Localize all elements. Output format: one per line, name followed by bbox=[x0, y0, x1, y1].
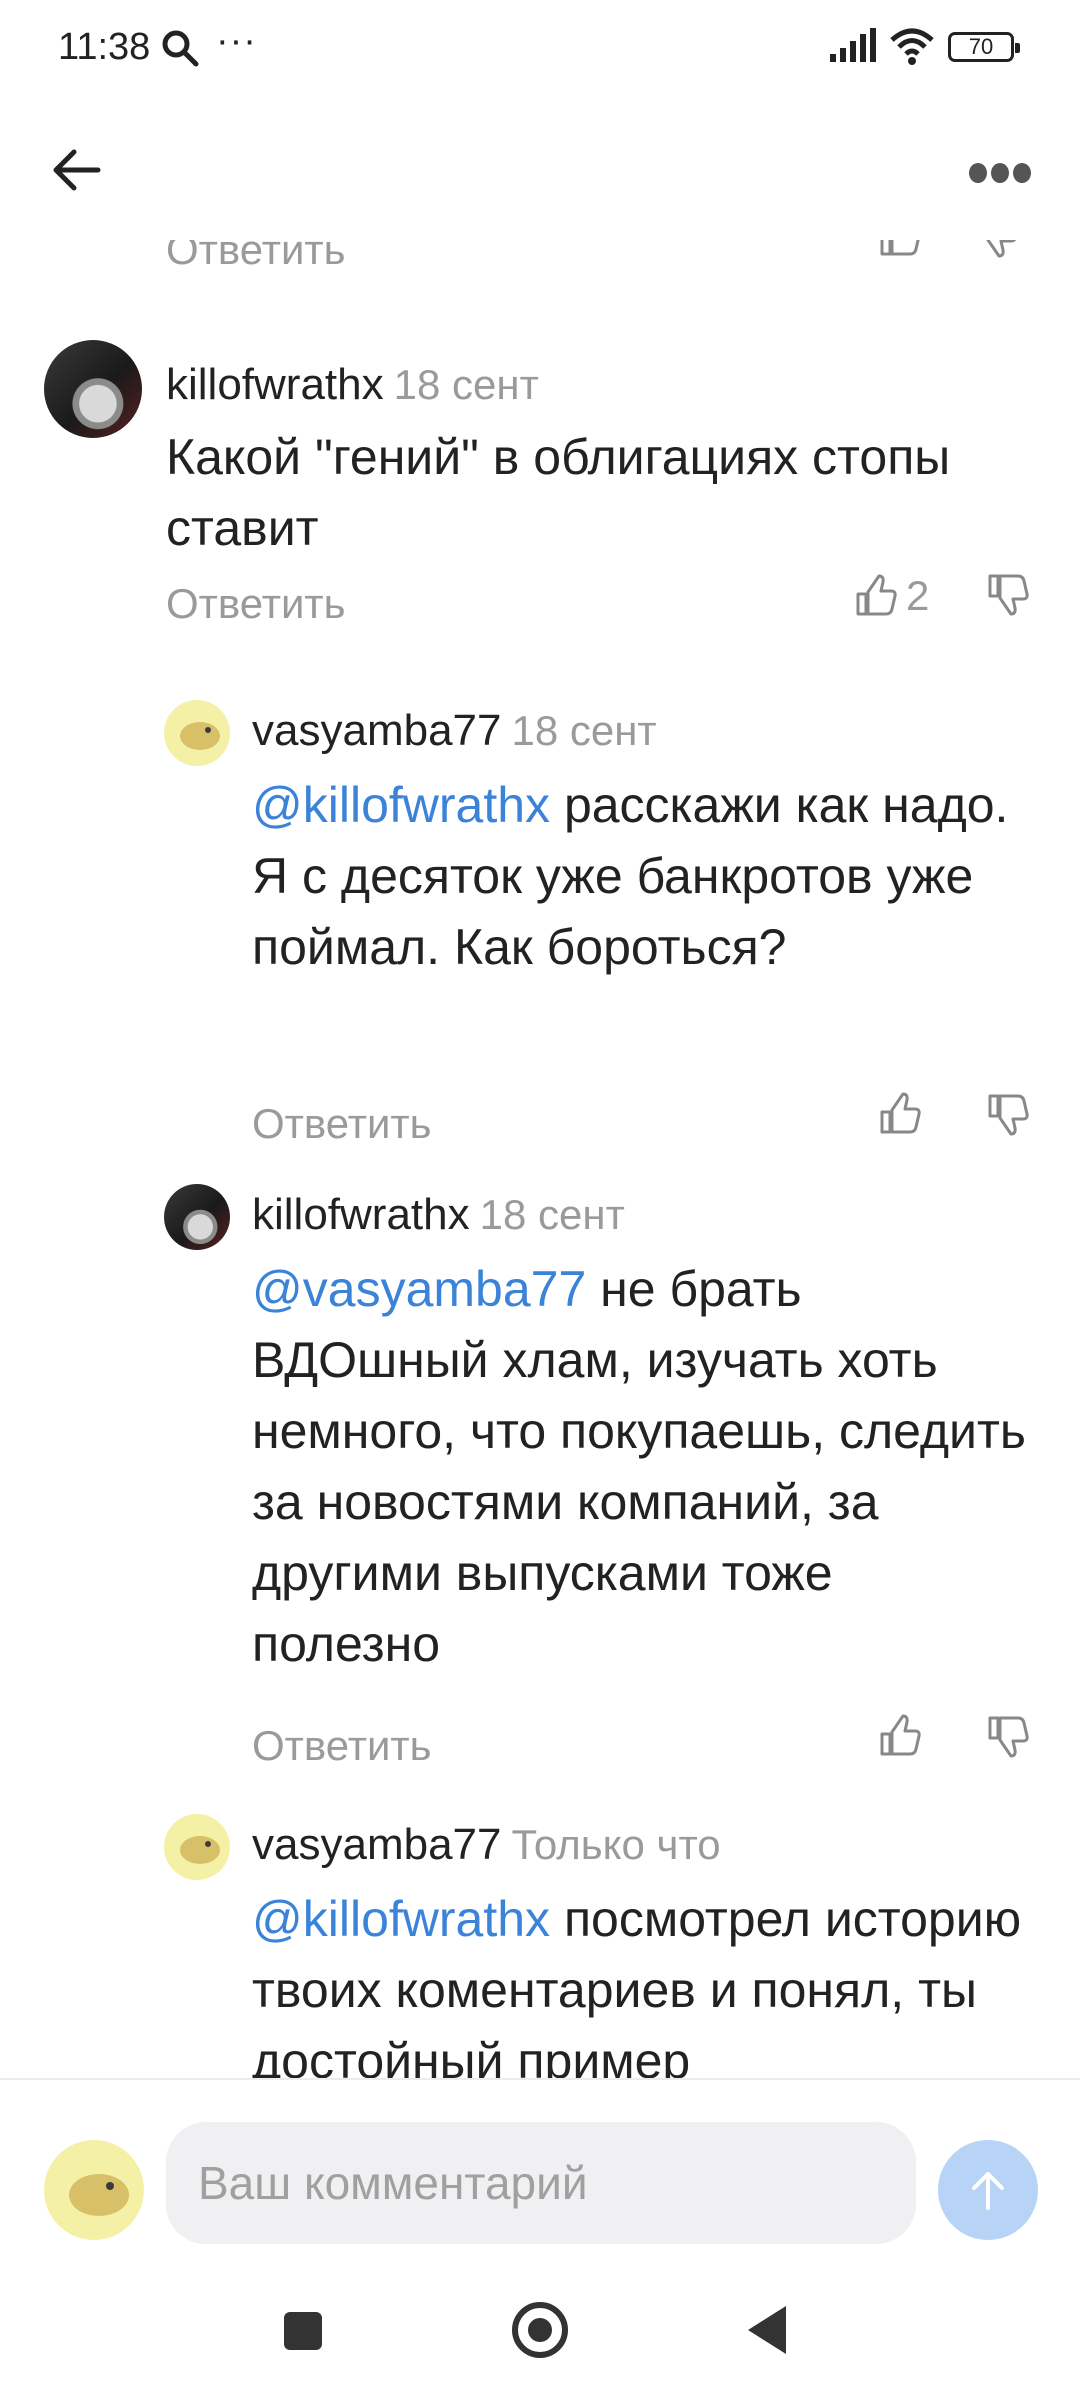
previous-comment-actions: Ответить bbox=[166, 222, 1036, 294]
comment-text: @killofwrathx посмотрел историю твоих ко… bbox=[252, 1884, 1032, 2080]
thumbs-down-icon bbox=[988, 1094, 1029, 1136]
avatar[interactable] bbox=[164, 1814, 230, 1880]
comment-body: Какой "гений" в облигациях стопы ставит bbox=[166, 429, 951, 556]
comment-header: killofwrathx 18 сент bbox=[252, 1190, 625, 1240]
comment-date: 18 сент bbox=[511, 707, 657, 754]
comments-feed[interactable]: Ответить killofwrathx 18 сент Какой "гени… bbox=[0, 222, 1080, 2080]
dislike-button[interactable] bbox=[986, 572, 1030, 621]
app-header bbox=[0, 100, 1080, 240]
comment-reply: vasyamba77 Только что @killofwrathx посмо… bbox=[0, 1814, 1080, 2080]
avatar[interactable] bbox=[164, 1184, 230, 1250]
avatar[interactable] bbox=[164, 700, 230, 766]
dislike-button[interactable] bbox=[986, 1714, 1030, 1763]
wifi-icon bbox=[888, 26, 936, 71]
like-count: 2 bbox=[906, 572, 930, 619]
comment-reply: killofwrathx 18 сент @vasyamba77 не брать… bbox=[0, 1184, 1080, 1784]
like-button[interactable]: 2 bbox=[854, 572, 929, 620]
thumbs-up-icon bbox=[880, 1714, 921, 1756]
mention-link[interactable]: @vasyamba77 bbox=[252, 1261, 586, 1317]
back-button[interactable] bbox=[46, 140, 106, 200]
send-button[interactable] bbox=[938, 2140, 1038, 2240]
dislike-button[interactable] bbox=[986, 1092, 1030, 1141]
comment-username[interactable]: vasyamba77 bbox=[252, 1820, 501, 1869]
thumbs-down-icon bbox=[988, 574, 1029, 616]
comment-username[interactable]: killofwrathx bbox=[252, 1190, 470, 1239]
comment-date: 18 сент bbox=[479, 1191, 625, 1238]
comment-text: @vasyamba77 не брать ВДОшный хлам, изуча… bbox=[252, 1254, 1032, 1680]
reply-button[interactable]: Ответить bbox=[252, 1100, 432, 1148]
comment-body: не брать ВДОшный хлам, изучать хоть немн… bbox=[252, 1261, 1026, 1672]
comment: killofwrathx 18 сент Какой "гений" в обли… bbox=[0, 340, 1080, 660]
comment-text: Какой "гений" в облигациях стопы ставит bbox=[166, 422, 1036, 564]
status-time: 11:38 bbox=[58, 26, 151, 68]
comment-reply: vasyamba77 18 сент @killofwrathx расскажи… bbox=[0, 700, 1080, 1170]
capybara-avatar-icon bbox=[180, 1836, 220, 1864]
comment-text: @killofwrathx расскажи как надо. Я с дес… bbox=[252, 770, 1012, 983]
signal-icon bbox=[828, 28, 876, 69]
mention-link[interactable]: @killofwrathx bbox=[252, 1891, 550, 1947]
nav-back-icon[interactable] bbox=[748, 2306, 786, 2354]
mention-link[interactable]: @killofwrathx bbox=[252, 777, 550, 833]
comment-header: vasyamba77 Только что bbox=[252, 1820, 721, 1870]
comment-input[interactable] bbox=[166, 2122, 916, 2244]
battery-icon: 70 bbox=[948, 32, 1020, 62]
recent-apps-icon[interactable] bbox=[284, 2312, 322, 2350]
system-nav-bar bbox=[0, 2248, 1080, 2400]
home-icon[interactable] bbox=[512, 2302, 568, 2358]
capybara-avatar-icon bbox=[69, 2174, 129, 2216]
search-icon bbox=[160, 28, 200, 73]
comment-date: Только что bbox=[511, 1821, 721, 1868]
thumbs-down-icon bbox=[988, 1716, 1029, 1758]
my-avatar bbox=[44, 2140, 144, 2240]
arrow-left-icon bbox=[53, 149, 101, 191]
more-dots-icon bbox=[969, 163, 1031, 183]
thumbs-up-icon bbox=[856, 574, 897, 616]
comment-username[interactable]: vasyamba77 bbox=[252, 706, 501, 755]
reply-button[interactable]: Ответить bbox=[252, 1722, 432, 1770]
notification-overflow-icon: ··· bbox=[216, 20, 257, 62]
comment-date: 18 сент bbox=[393, 361, 539, 408]
reply-button[interactable]: Ответить bbox=[166, 580, 346, 628]
capybara-avatar-icon bbox=[180, 722, 220, 750]
comment-username[interactable]: killofwrathx bbox=[166, 360, 384, 409]
status-bar: 11:38 ··· 70 bbox=[0, 0, 1080, 100]
arrow-up-icon bbox=[972, 2172, 1004, 2210]
comment-header: killofwrathx 18 сент bbox=[166, 360, 539, 410]
comment-composer bbox=[0, 2078, 1080, 2250]
thumbs-up-icon bbox=[880, 1092, 921, 1134]
like-button[interactable] bbox=[878, 1092, 922, 1136]
avatar[interactable] bbox=[44, 340, 142, 438]
comment-header: vasyamba77 18 сент bbox=[252, 706, 657, 756]
more-options-button[interactable] bbox=[968, 158, 1032, 188]
like-button[interactable] bbox=[878, 1714, 922, 1758]
